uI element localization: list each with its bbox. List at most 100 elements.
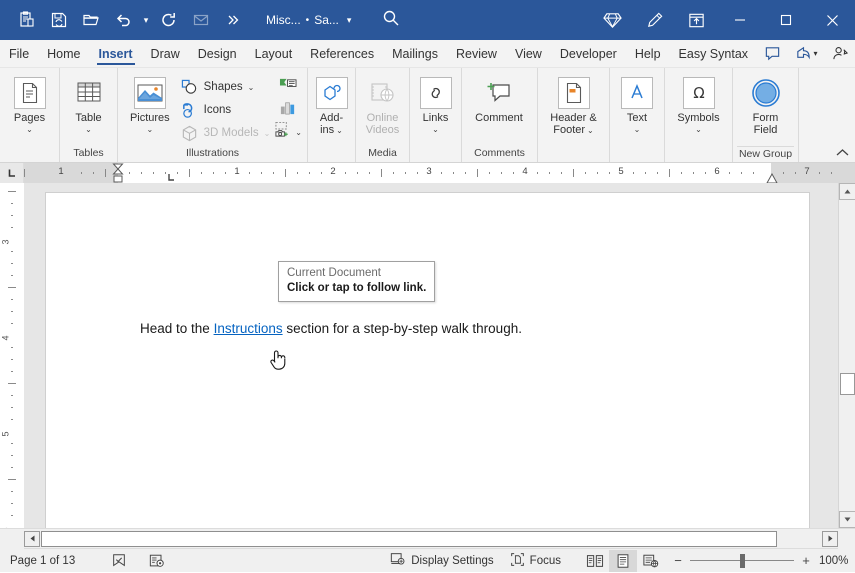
tab-draw[interactable]: Draw	[142, 40, 189, 67]
document-title[interactable]: Misc... • Sa... ▾	[266, 13, 351, 27]
share-dropdown-icon[interactable]: ▾	[814, 49, 818, 58]
hyperlink-tooltip: Current Document Click or tap to follow …	[278, 261, 435, 302]
pages-dropdown-icon[interactable]: ⌄	[26, 125, 33, 135]
vruler-number: 3	[1, 239, 11, 244]
pages-button[interactable]: Pages ⌄	[5, 74, 54, 135]
shapes-button[interactable]: Shapes ⌄	[177, 76, 275, 98]
screenshot-button[interactable]: ⌄	[274, 121, 302, 143]
ruler-tick	[129, 172, 130, 174]
tab-mailings[interactable]: Mailings	[383, 40, 447, 67]
zoom-level-label[interactable]: 100%	[819, 555, 855, 567]
horizontal-scrollbar[interactable]	[0, 528, 855, 548]
instructions-hyperlink[interactable]: Instructions	[214, 321, 283, 336]
title-dropdown-icon[interactable]: ▾	[347, 15, 352, 26]
text-button[interactable]: Text ⌄	[615, 74, 659, 135]
smartart-button[interactable]	[279, 77, 297, 99]
print-layout-button[interactable]	[609, 550, 637, 572]
vertical-scrollbar-thumb[interactable]	[840, 373, 855, 395]
tab-help[interactable]: Help	[626, 40, 670, 67]
minimize-button[interactable]	[717, 0, 763, 40]
ruler-track[interactable]: 1 1 2 3 4	[24, 163, 855, 183]
pictures-dropdown-icon[interactable]: ⌄	[146, 125, 153, 135]
horizontal-scrollbar-track[interactable]	[24, 531, 838, 547]
tab-view[interactable]: View	[506, 40, 551, 67]
vruler-tick	[11, 215, 13, 216]
comment-button[interactable]: Comment	[467, 74, 531, 124]
tab-review[interactable]: Review	[447, 40, 506, 67]
document-page[interactable]: Current Document Click or tap to follow …	[46, 193, 809, 528]
screenshot-dropdown-icon[interactable]: ⌄	[295, 128, 302, 138]
svg-text:Ω: Ω	[693, 84, 704, 102]
tab-references[interactable]: References	[301, 40, 383, 67]
search-box[interactable]	[381, 8, 401, 33]
maximize-button[interactable]	[763, 0, 809, 40]
ribbon-group-addins: Add- ins ⌄	[308, 68, 356, 162]
open-folder-icon[interactable]	[76, 6, 106, 34]
tab-easy-syntax[interactable]: Easy Syntax	[670, 40, 757, 67]
header-footer-dropdown-icon[interactable]: ⌄	[587, 126, 594, 136]
pictures-label: Pictures	[130, 112, 170, 124]
horizontal-scrollbar-thumb[interactable]	[41, 531, 777, 547]
read-mode-button[interactable]	[581, 550, 609, 572]
close-button[interactable]	[809, 0, 855, 40]
zoom-slider-knob[interactable]	[740, 554, 745, 568]
tab-home[interactable]: Home	[38, 40, 89, 67]
collapse-ribbon-icon[interactable]	[836, 148, 849, 160]
save-icon[interactable]	[44, 6, 74, 34]
pictures-button[interactable]: Pictures ⌄	[123, 74, 177, 135]
share-icon[interactable]: ▾	[787, 41, 825, 67]
table-dropdown-icon[interactable]: ⌄	[85, 125, 92, 135]
form-field-label-1: Form	[753, 112, 779, 124]
vertical-ruler[interactable]: 3 4 5 6	[0, 183, 24, 528]
form-field-button[interactable]: Form Field	[738, 74, 793, 136]
tab-insert[interactable]: Insert	[90, 40, 142, 67]
scroll-down-button[interactable]	[839, 511, 855, 528]
chart-button[interactable]	[279, 99, 297, 121]
tab-design[interactable]: Design	[189, 40, 246, 67]
online-videos-button: Online Videos	[361, 74, 404, 136]
ribbon-display-options-icon[interactable]	[675, 0, 717, 40]
document-workspace: 3 4 5 6 Current Document Click or tap to…	[0, 183, 855, 528]
zoom-in-button[interactable]: +	[801, 553, 811, 568]
shapes-dropdown-icon[interactable]: ⌄	[248, 83, 255, 93]
text-dropdown-icon[interactable]: ⌄	[634, 125, 641, 135]
scroll-right-button[interactable]	[822, 531, 838, 547]
scroll-left-button[interactable]	[24, 531, 40, 547]
tab-layout[interactable]: Layout	[246, 40, 302, 67]
ruler-tick	[405, 172, 406, 174]
document-canvas[interactable]: Current Document Click or tap to follow …	[24, 183, 838, 528]
tab-file[interactable]: File	[0, 40, 38, 67]
zoom-slider[interactable]	[690, 553, 794, 569]
undo-dropdown-icon[interactable]: ▾	[140, 15, 152, 26]
tab-developer[interactable]: Developer	[551, 40, 626, 67]
document-paragraph[interactable]: Head to the Instructions section for a s…	[140, 321, 522, 336]
symbols-dropdown-icon[interactable]: ⌄	[695, 125, 702, 135]
zoom-out-button[interactable]: −	[673, 553, 683, 568]
titlebar-right-controls	[591, 0, 855, 40]
scroll-up-button[interactable]	[839, 183, 855, 200]
pen-icon[interactable]	[633, 0, 675, 40]
add-ins-button[interactable]: Add- ins ⌄	[313, 74, 350, 136]
add-ins-dropdown-icon[interactable]: ⌄	[336, 126, 343, 136]
comment-icon[interactable]	[757, 41, 787, 67]
symbols-button[interactable]: Ω Symbols ⌄	[670, 74, 727, 135]
more-commands-icon[interactable]	[218, 6, 248, 34]
horizontal-ruler[interactable]: 1 1 2 3 4	[0, 163, 855, 183]
tab-stop-selector[interactable]	[0, 163, 24, 183]
header-footer-button[interactable]: Header & Footer ⌄	[543, 74, 604, 136]
links-dropdown-icon[interactable]: ⌄	[432, 125, 439, 135]
vruler-tick	[11, 395, 13, 396]
editing-mode-icon[interactable]	[825, 41, 855, 67]
web-layout-button[interactable]	[637, 550, 665, 572]
diamond-icon[interactable]	[591, 0, 633, 40]
clipboard-paste-icon[interactable]	[12, 6, 42, 34]
table-button[interactable]: Table ⌄	[65, 74, 112, 135]
links-button[interactable]: Links ⌄	[415, 74, 456, 135]
vertical-scrollbar[interactable]	[838, 183, 855, 528]
ruler-tick	[669, 169, 670, 177]
zoom-control[interactable]: − +	[665, 553, 819, 569]
ruler-number: 1	[234, 166, 239, 177]
icons-button[interactable]: Icons	[177, 99, 275, 121]
redo-icon[interactable]	[154, 6, 184, 34]
undo-icon[interactable]	[108, 6, 138, 34]
